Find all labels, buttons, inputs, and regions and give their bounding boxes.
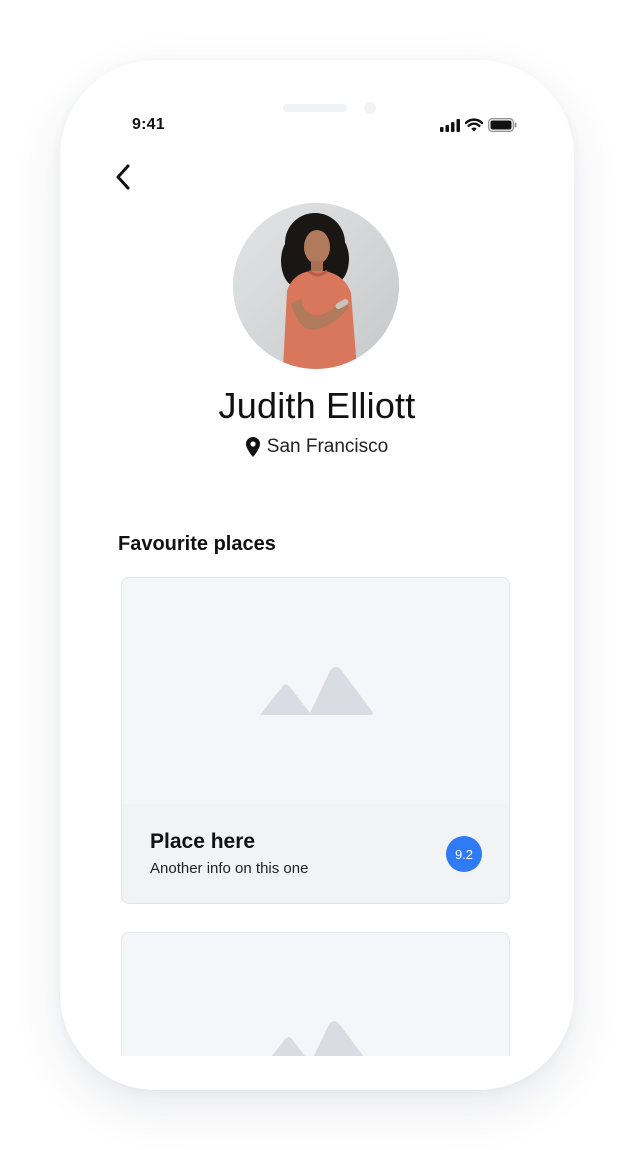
place-title: Place here [150, 830, 256, 853]
status-time: 9:41 [132, 116, 165, 133]
status-bar: 9:41 [60, 60, 574, 150]
battery-icon [488, 118, 517, 132]
image-placeholder-icon [259, 667, 373, 715]
back-button[interactable] [108, 160, 138, 194]
status-icons [440, 118, 517, 132]
place-subtitle: Another info on this one [150, 860, 309, 877]
place-card[interactable]: Place here Another info on this one 9.2 [121, 577, 510, 904]
screen-bottom-edge [60, 1056, 574, 1090]
profile-location: San Francisco [60, 436, 574, 458]
section-title: Favourite places [118, 533, 276, 555]
profile-name: Judith Elliott [218, 385, 416, 426]
location-text: San Francisco [266, 436, 389, 457]
rating-badge: 9.2 [446, 836, 482, 872]
wifi-icon [465, 118, 483, 132]
chevron-left-icon [116, 164, 130, 190]
signal-icon [440, 118, 460, 132]
card-image-placeholder [122, 578, 509, 804]
map-pin-icon [245, 437, 260, 457]
avatar [233, 203, 399, 369]
card-footer: Place here Another info on this one 9.2 [122, 804, 509, 903]
phone-frame: 9:41 Judith Elliott San Francisco Favour… [60, 60, 574, 1090]
